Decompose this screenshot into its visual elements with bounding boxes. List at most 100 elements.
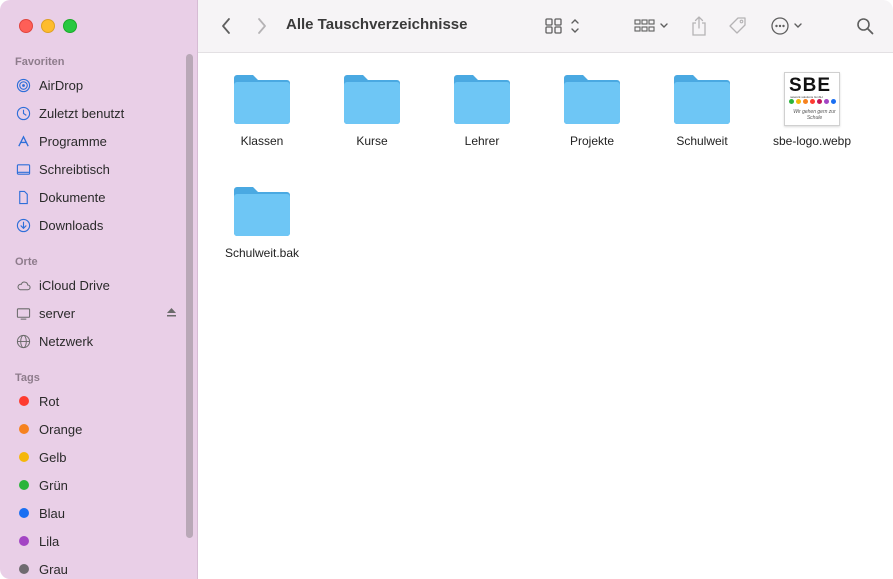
group-button[interactable]	[634, 14, 672, 38]
sidebar-item-label: Downloads	[39, 217, 104, 233]
sidebar-scrollbar[interactable]	[186, 54, 193, 538]
file-item-lehrer[interactable]: Lehrer	[427, 72, 537, 148]
tag-color-dot	[19, 536, 29, 546]
ellipsis-circle-icon	[771, 17, 802, 35]
file-name: sbe-logo.webp	[772, 134, 852, 148]
sidebar-tag-orange[interactable]: Orange	[15, 418, 175, 440]
file-name: Klassen	[240, 134, 284, 148]
sidebar: Favoriten AirDrop Zuletzt benutzt Progra…	[0, 0, 198, 579]
chevron-left-icon	[222, 18, 230, 34]
file-name: Projekte	[569, 134, 615, 148]
back-button[interactable]	[216, 14, 236, 38]
desktop-icon	[15, 161, 31, 177]
folder-icon	[564, 75, 620, 124]
share-icon	[692, 16, 706, 36]
tags-title: Tags	[15, 372, 40, 384]
sidebar-item-applications[interactable]: Programme	[15, 130, 175, 152]
tag-color-dot	[19, 424, 29, 434]
file-grid: Klassen Kurse Lehrer Projekte Schulweit …	[198, 53, 893, 579]
file-item-kurse[interactable]: Kurse	[317, 72, 427, 148]
airdrop-icon	[15, 77, 31, 93]
chevron-right-icon	[258, 18, 266, 34]
tag-color-dot	[19, 452, 29, 462]
sidebar-item-server[interactable]: server	[15, 302, 177, 324]
window-controls	[19, 19, 77, 33]
sidebar-tag-gelb[interactable]: Gelb	[15, 446, 175, 468]
sidebar-item-label: AirDrop	[39, 77, 84, 93]
sidebar-item-label: Grau	[39, 561, 68, 577]
folder-icon	[454, 75, 510, 124]
logo-color-dots	[789, 99, 836, 104]
image-thumbnail: SBE network solutions GmbH Wir gehen ger…	[784, 72, 840, 126]
folder-icon	[344, 75, 400, 124]
sidebar-item-downloads[interactable]: Downloads	[15, 214, 175, 236]
file-name: Schulweit	[676, 134, 728, 148]
file-item-schulweit-bak[interactable]: Schulweit.bak	[207, 184, 317, 260]
sidebar-tag-rot[interactable]: Rot	[15, 390, 175, 412]
tag-color-dot	[19, 480, 29, 490]
sidebar-tag-gruen[interactable]: Grün	[15, 474, 175, 496]
download-icon	[15, 217, 31, 233]
search-button[interactable]	[854, 14, 876, 38]
tag-icon	[729, 17, 746, 34]
network-icon	[15, 333, 31, 349]
sidebar-item-icloud[interactable]: iCloud Drive	[15, 274, 175, 296]
window-title: Alle Tauschverzeichnisse	[286, 16, 468, 33]
locations-title: Orte	[15, 256, 38, 268]
file-item-projekte[interactable]: Projekte	[537, 72, 647, 148]
clock-icon	[15, 105, 31, 121]
file-item-sbe-logo[interactable]: SBE network solutions GmbH Wir gehen ger…	[757, 72, 867, 148]
sidebar-tag-blau[interactable]: Blau	[15, 502, 175, 524]
close-button[interactable]	[19, 19, 33, 33]
sidebar-item-label: Orange	[39, 421, 83, 437]
sidebar-item-label: Dokumente	[39, 189, 106, 205]
forward-button[interactable]	[252, 14, 272, 38]
minimize-button[interactable]	[41, 19, 55, 33]
sidebar-item-label: Blau	[39, 505, 66, 521]
group-icon	[634, 19, 668, 32]
search-icon	[857, 18, 874, 35]
sidebar-item-desktop[interactable]: Schreibtisch	[15, 158, 175, 180]
sidebar-item-recents[interactable]: Zuletzt benutzt	[15, 102, 175, 124]
sidebar-item-network[interactable]: Netzwerk	[15, 330, 175, 352]
logo-brand: SBE	[789, 75, 832, 96]
more-actions-button[interactable]	[770, 14, 806, 38]
sidebar-item-label: Netzwerk	[39, 333, 94, 349]
sidebar-item-label: Zuletzt benutzt	[39, 105, 125, 121]
folder-icon	[674, 75, 730, 124]
folder-icon	[234, 75, 290, 124]
sidebar-item-label: Rot	[39, 393, 60, 409]
favorites-title: Favoriten	[15, 56, 65, 68]
document-icon	[15, 189, 31, 205]
sidebar-item-label: iCloud Drive	[39, 277, 110, 293]
file-name: Schulweit.bak	[224, 246, 300, 260]
file-name: Lehrer	[464, 134, 500, 148]
zoom-button[interactable]	[63, 19, 77, 33]
sidebar-item-documents[interactable]: Dokumente	[15, 186, 175, 208]
eject-icon[interactable]	[166, 306, 177, 321]
file-item-klassen[interactable]: Klassen	[207, 72, 317, 148]
tag-button[interactable]	[727, 14, 749, 38]
folder-icon	[234, 187, 290, 236]
finder-window: Favoriten AirDrop Zuletzt benutzt Progra…	[0, 0, 893, 579]
sidebar-item-label: Grün	[39, 477, 68, 493]
view-mode-button[interactable]	[545, 14, 583, 38]
tag-color-dot	[19, 564, 29, 574]
sidebar-item-airdrop[interactable]: AirDrop	[15, 74, 175, 96]
file-name: Kurse	[356, 134, 388, 148]
tag-color-dot	[19, 396, 29, 406]
sidebar-item-label: server	[39, 305, 76, 321]
file-item-schulweit[interactable]: Schulweit	[647, 72, 757, 148]
applications-icon	[15, 133, 31, 149]
toolbar: Alle Tauschverzeichnisse	[198, 0, 893, 53]
cloud-icon	[15, 277, 31, 293]
grid-icon	[545, 18, 579, 34]
sidebar-item-label: Lila	[39, 533, 60, 549]
sidebar-tag-lila[interactable]: Lila	[15, 530, 175, 552]
share-button[interactable]	[689, 14, 709, 38]
tag-color-dot	[19, 508, 29, 518]
sidebar-item-label: Schreibtisch	[39, 161, 110, 177]
logo-tagline: Wir gehen gern zur Schule	[793, 109, 836, 121]
sidebar-tag-grau[interactable]: Grau	[15, 558, 175, 579]
sidebar-item-label: Gelb	[39, 449, 67, 465]
